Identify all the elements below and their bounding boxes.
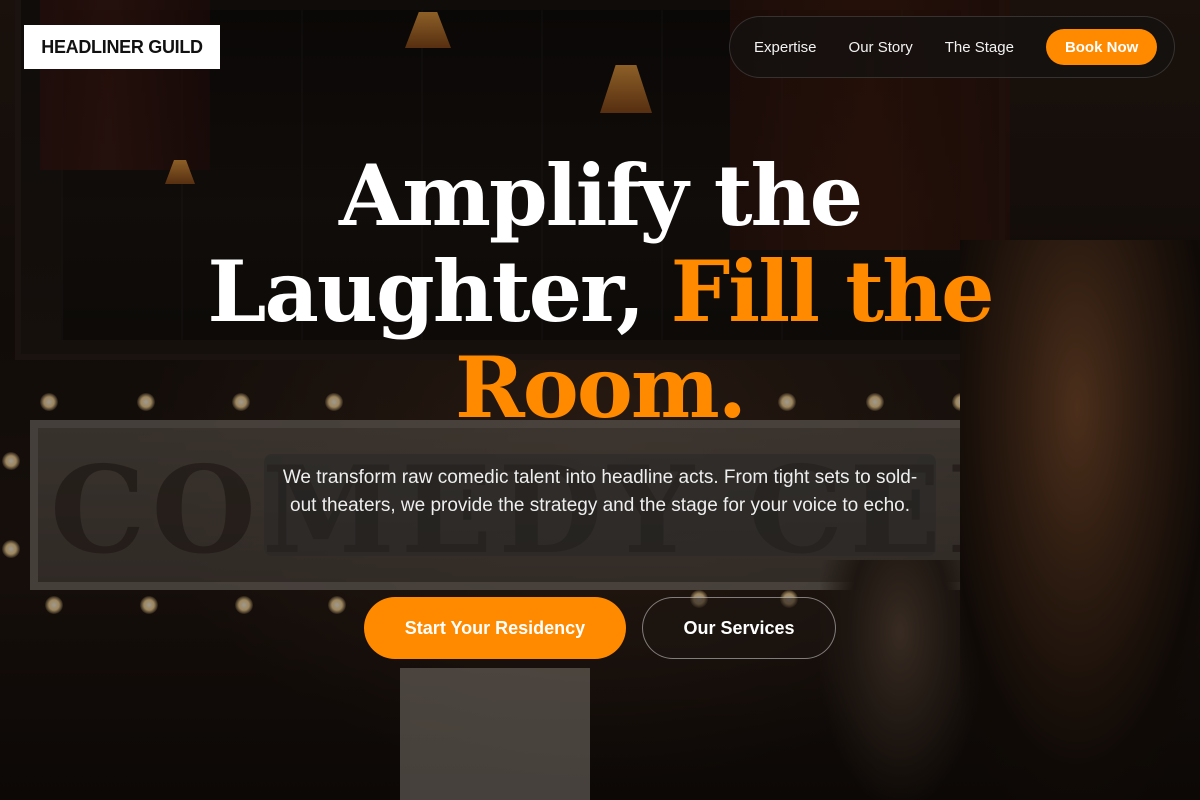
hero-subtitle: We transform raw comedic talent into hea… <box>264 454 936 556</box>
brand-logo[interactable]: HEADLINER GUILD <box>24 25 220 69</box>
landing-page: COMEDY CELLAR HEADLINER GUILD Expertise … <box>0 0 1200 800</box>
nav-link-expertise[interactable]: Expertise <box>754 39 817 56</box>
our-services-button[interactable]: Our Services <box>642 597 836 659</box>
start-residency-button[interactable]: Start Your Residency <box>364 597 626 659</box>
hero-title-accent: Fill the <box>670 242 995 341</box>
hero-title-line2: Laughter, <box>207 242 671 341</box>
book-now-button[interactable]: Book Now <box>1045 29 1158 65</box>
hero-title: Amplify the Laughter, Fill the Room. <box>150 148 1050 436</box>
top-navigation: Expertise Our Story The Stage Book Now <box>729 16 1175 78</box>
hero-title-accent-line3: Room. <box>455 338 747 437</box>
nav-link-the-stage[interactable]: The Stage <box>945 39 1014 56</box>
nav-link-our-story[interactable]: Our Story <box>849 39 913 56</box>
hero-title-line1: Amplify the <box>338 146 863 245</box>
